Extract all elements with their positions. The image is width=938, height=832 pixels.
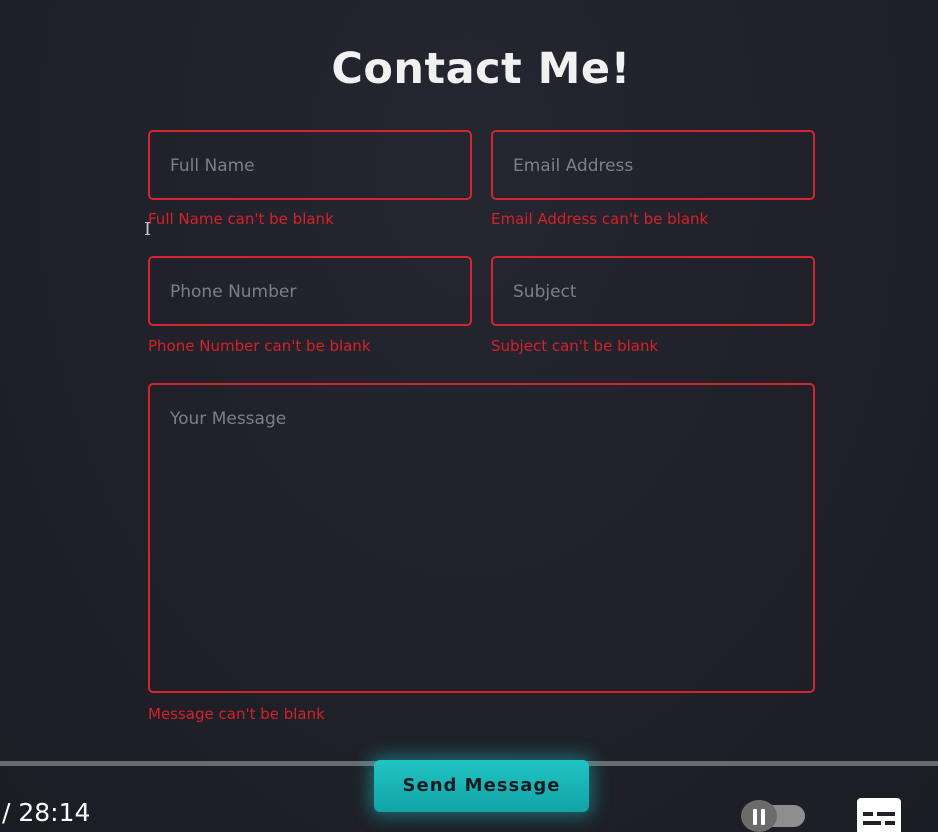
subtitles-icon [857, 798, 901, 832]
autoplay-knob [741, 800, 777, 832]
message-error: Message can't be blank [148, 705, 325, 723]
phone-input[interactable]: Phone Number [148, 256, 472, 326]
full-name-error: Full Name can't be blank [148, 210, 334, 228]
phone-placeholder: Phone Number [170, 282, 297, 302]
subject-input[interactable]: Subject [491, 256, 815, 326]
email-placeholder: Email Address [513, 156, 634, 176]
contact-page: Contact Me! Full Name Full Name can't be… [0, 0, 938, 832]
message-textarea[interactable]: Your Message [148, 383, 815, 693]
subject-placeholder: Subject [513, 282, 577, 302]
full-name-placeholder: Full Name [170, 156, 255, 176]
phone-error: Phone Number can't be blank [148, 337, 371, 355]
autoplay-toggle[interactable] [741, 800, 805, 832]
message-placeholder: Your Message [170, 409, 287, 429]
send-message-button[interactable]: Send Message [374, 760, 589, 812]
email-input[interactable]: Email Address [491, 130, 815, 200]
email-error: Email Address can't be blank [491, 210, 709, 228]
full-name-input[interactable]: Full Name [148, 130, 472, 200]
video-time-display: / 28:14 [2, 798, 91, 827]
subtitles-button[interactable] [857, 798, 901, 832]
pause-icon [752, 809, 766, 825]
text-cursor-icon: I [144, 219, 152, 240]
page-title: Contact Me! [331, 44, 631, 94]
subject-error: Subject can't be blank [491, 337, 659, 355]
